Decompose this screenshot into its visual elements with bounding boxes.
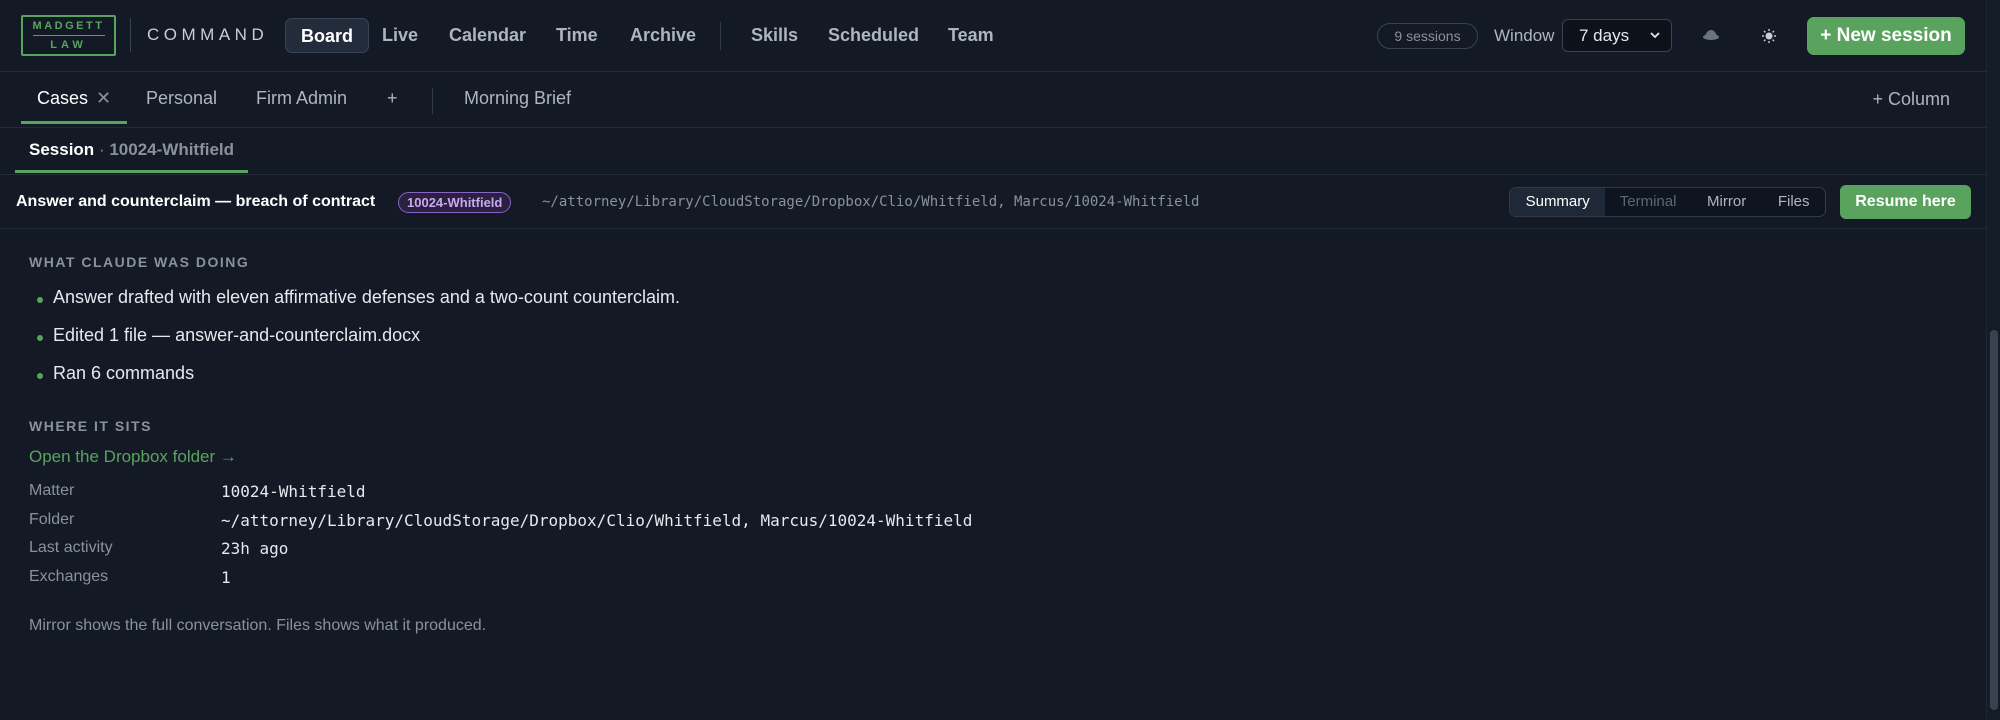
case-path: ~/attorney/Library/CloudStorage/Dropbox/…: [542, 194, 1200, 210]
nav-calendar[interactable]: Calendar: [434, 18, 541, 53]
logo-bottom-text: LAW: [50, 39, 87, 51]
doing-heading: WHAT CLAUDE WAS DOING: [29, 254, 250, 270]
bullet-text: Edited 1 file — answer-and-counterclaim.…: [53, 325, 421, 345]
logo-separator: [130, 18, 131, 52]
logo-divider: [32, 35, 105, 36]
nav-board[interactable]: Board: [285, 18, 370, 53]
tab-morning-brief[interactable]: Morning Brief: [464, 72, 571, 124]
detail-value: 1: [221, 568, 231, 587]
tab-bar: Cases ✕ Personal Firm Admin + Morning Bri…: [0, 72, 1986, 128]
logo-top-text: MADGETT: [32, 20, 105, 32]
scrollbar-thumb[interactable]: [1990, 330, 1998, 710]
top-bar: MADGETT LAW COMMAND Board Live Calendar …: [0, 0, 1986, 72]
detail-label: Matter: [29, 482, 75, 499]
tab-separator: [432, 88, 433, 114]
nav-live[interactable]: Live: [367, 18, 433, 53]
where-heading: WHERE IT SITS: [29, 418, 152, 434]
session-tab[interactable]: Session · 10024-Whitfield: [15, 128, 249, 173]
detail-label: Last activity: [29, 539, 113, 556]
scrollbar[interactable]: [1986, 0, 2000, 720]
incognito-icon[interactable]: [1697, 22, 1725, 50]
nav-team[interactable]: Team: [933, 18, 1009, 53]
nav-separator: [720, 22, 721, 50]
session-separator: ·: [98, 140, 105, 159]
add-tab-button[interactable]: +: [387, 72, 398, 124]
chevron-down-icon: [1649, 20, 1661, 62]
window-select-value: 7 days: [1579, 26, 1630, 45]
nav-scheduled[interactable]: Scheduled: [813, 18, 934, 53]
list-item: Edited 1 file — answer-and-counterclaim.…: [37, 325, 420, 346]
list-item: Answer drafted with eleven affirmative d…: [37, 287, 680, 308]
view-switcher: Summary Terminal Mirror Files: [1509, 187, 1826, 217]
footnote: Mirror shows the full conversation. File…: [29, 617, 487, 634]
nav-archive[interactable]: Archive: [615, 18, 711, 53]
resume-button[interactable]: Resume here: [1840, 185, 1971, 219]
detail-value: 10024-Whitfield: [221, 482, 366, 501]
list-item: Ran 6 commands: [37, 363, 194, 384]
detail-label: Exchanges: [29, 568, 109, 585]
nav-skills[interactable]: Skills: [736, 18, 813, 53]
view-mirror[interactable]: Mirror: [1691, 188, 1763, 216]
view-files[interactable]: Files: [1762, 188, 1825, 216]
session-id: 10024-Whitfield: [109, 140, 235, 159]
view-terminal[interactable]: Terminal: [1605, 188, 1690, 216]
case-header: Answer and counterclaim — breach of cont…: [0, 175, 1986, 229]
new-session-button[interactable]: + New session: [1807, 17, 1965, 55]
tab-personal[interactable]: Personal: [146, 72, 217, 124]
firm-logo[interactable]: MADGETT LAW: [21, 15, 116, 56]
matter-badge: 10024-Whitfield: [398, 192, 512, 213]
app-name: COMMAND: [147, 25, 269, 44]
nav-time[interactable]: Time: [541, 18, 613, 53]
tab-cases-label: Cases: [37, 88, 89, 108]
detail-value: ~/attorney/Library/CloudStorage/Dropbox/…: [221, 511, 973, 530]
detail-label: Folder: [29, 511, 75, 528]
sessions-count-badge: 9 sessions: [1377, 23, 1478, 49]
window-select[interactable]: 7 days: [1562, 19, 1672, 52]
case-title: Answer and counterclaim — breach of cont…: [16, 193, 376, 210]
window-label: Window: [1494, 26, 1555, 45]
view-summary[interactable]: Summary: [1510, 188, 1606, 216]
add-column-button[interactable]: + Column: [1872, 89, 1950, 110]
detail-value: 23h ago: [221, 539, 289, 558]
session-bar: Session · 10024-Whitfield: [0, 128, 1986, 175]
tab-firm-admin[interactable]: Firm Admin: [256, 72, 347, 124]
close-icon[interactable]: ✕: [96, 88, 111, 108]
session-label: Session: [29, 140, 95, 159]
open-folder-link[interactable]: Open the Dropbox folder →: [29, 447, 237, 467]
sun-icon[interactable]: [1755, 22, 1783, 50]
bullet-text: Ran 6 commands: [53, 363, 195, 383]
tab-cases[interactable]: Cases ✕: [21, 72, 128, 124]
bullet-text: Answer drafted with eleven affirmative d…: [53, 287, 680, 307]
